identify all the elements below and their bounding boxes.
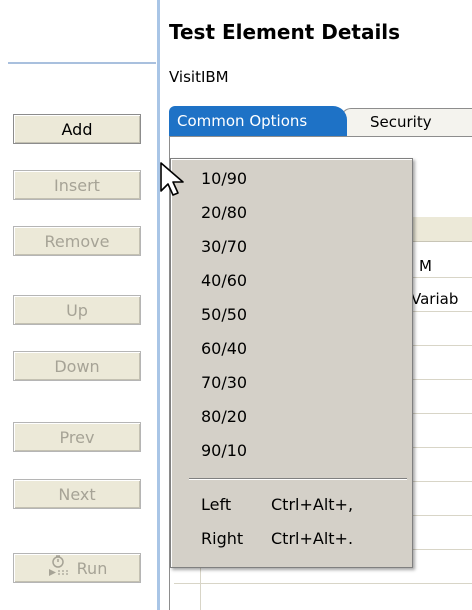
next-button-label: Next [58, 484, 96, 504]
menu-item-70-30[interactable]: 70/30 [201, 373, 247, 392]
grid-cell: M [419, 257, 432, 275]
button-panel: Add Insert Remove Up Down Prev Next Run [0, 0, 157, 610]
run-icon [47, 555, 71, 581]
next-button[interactable]: Next [13, 479, 141, 509]
up-button-label: Up [66, 300, 88, 320]
menu-item-right-label: Right [201, 529, 244, 548]
panel-header-divider [8, 62, 156, 64]
down-button[interactable]: Down [13, 351, 141, 381]
menu-item-left-label: Left [201, 495, 232, 514]
tab-common-options[interactable]: Common Options [169, 106, 347, 136]
menu-item-20-80[interactable]: 20/80 [201, 203, 247, 222]
insert-button-label: Insert [54, 175, 100, 195]
menu-item-left-shortcut: Ctrl+Alt+, [271, 495, 354, 514]
menu-item-10-90[interactable]: 10/90 [201, 169, 247, 188]
mouse-cursor-icon [159, 161, 189, 201]
run-button-label: Run [76, 558, 108, 578]
grid-cell: Variab [411, 290, 459, 308]
menu-item-right-shortcut: Ctrl+Alt+. [271, 529, 354, 548]
remove-button[interactable]: Remove [13, 226, 141, 256]
menu-item-left[interactable]: Left [201, 495, 231, 514]
menu-item-30-70[interactable]: 30/70 [201, 237, 247, 256]
menu-item-60-40[interactable]: 60/40 [201, 339, 247, 358]
add-button-label: Add [61, 119, 93, 139]
menu-item-90-10[interactable]: 90/10 [201, 441, 247, 460]
down-button-label: Down [54, 356, 100, 376]
tab-security-label: Security [370, 113, 432, 131]
details-tabbar: Security Common Options [169, 106, 472, 136]
menu-item-right[interactable]: Right [201, 529, 243, 548]
prev-button[interactable]: Prev [13, 422, 141, 452]
menu-item-40-60[interactable]: 40/60 [201, 271, 247, 290]
insert-button[interactable]: Insert [13, 170, 141, 200]
remove-button-label: Remove [44, 231, 110, 251]
element-name: VisitIBM [169, 68, 229, 86]
add-button[interactable]: Add [13, 114, 141, 144]
run-button[interactable]: Run [13, 553, 141, 583]
split-ratio-context-menu: 10/90 20/80 30/70 40/60 50/50 60/40 70/3… [170, 158, 413, 568]
up-button[interactable]: Up [13, 295, 141, 325]
menu-separator [189, 478, 407, 480]
tab-common-options-label: Common Options [177, 112, 308, 130]
screen: Add Insert Remove Up Down Prev Next Run … [0, 0, 472, 610]
menu-item-50-50[interactable]: 50/50 [201, 305, 247, 324]
menu-item-80-20[interactable]: 80/20 [201, 407, 247, 426]
grid-row-line [174, 583, 472, 584]
prev-button-label: Prev [59, 427, 95, 447]
details-title: Test Element Details [169, 20, 401, 44]
tab-security[interactable]: Security [341, 108, 472, 136]
